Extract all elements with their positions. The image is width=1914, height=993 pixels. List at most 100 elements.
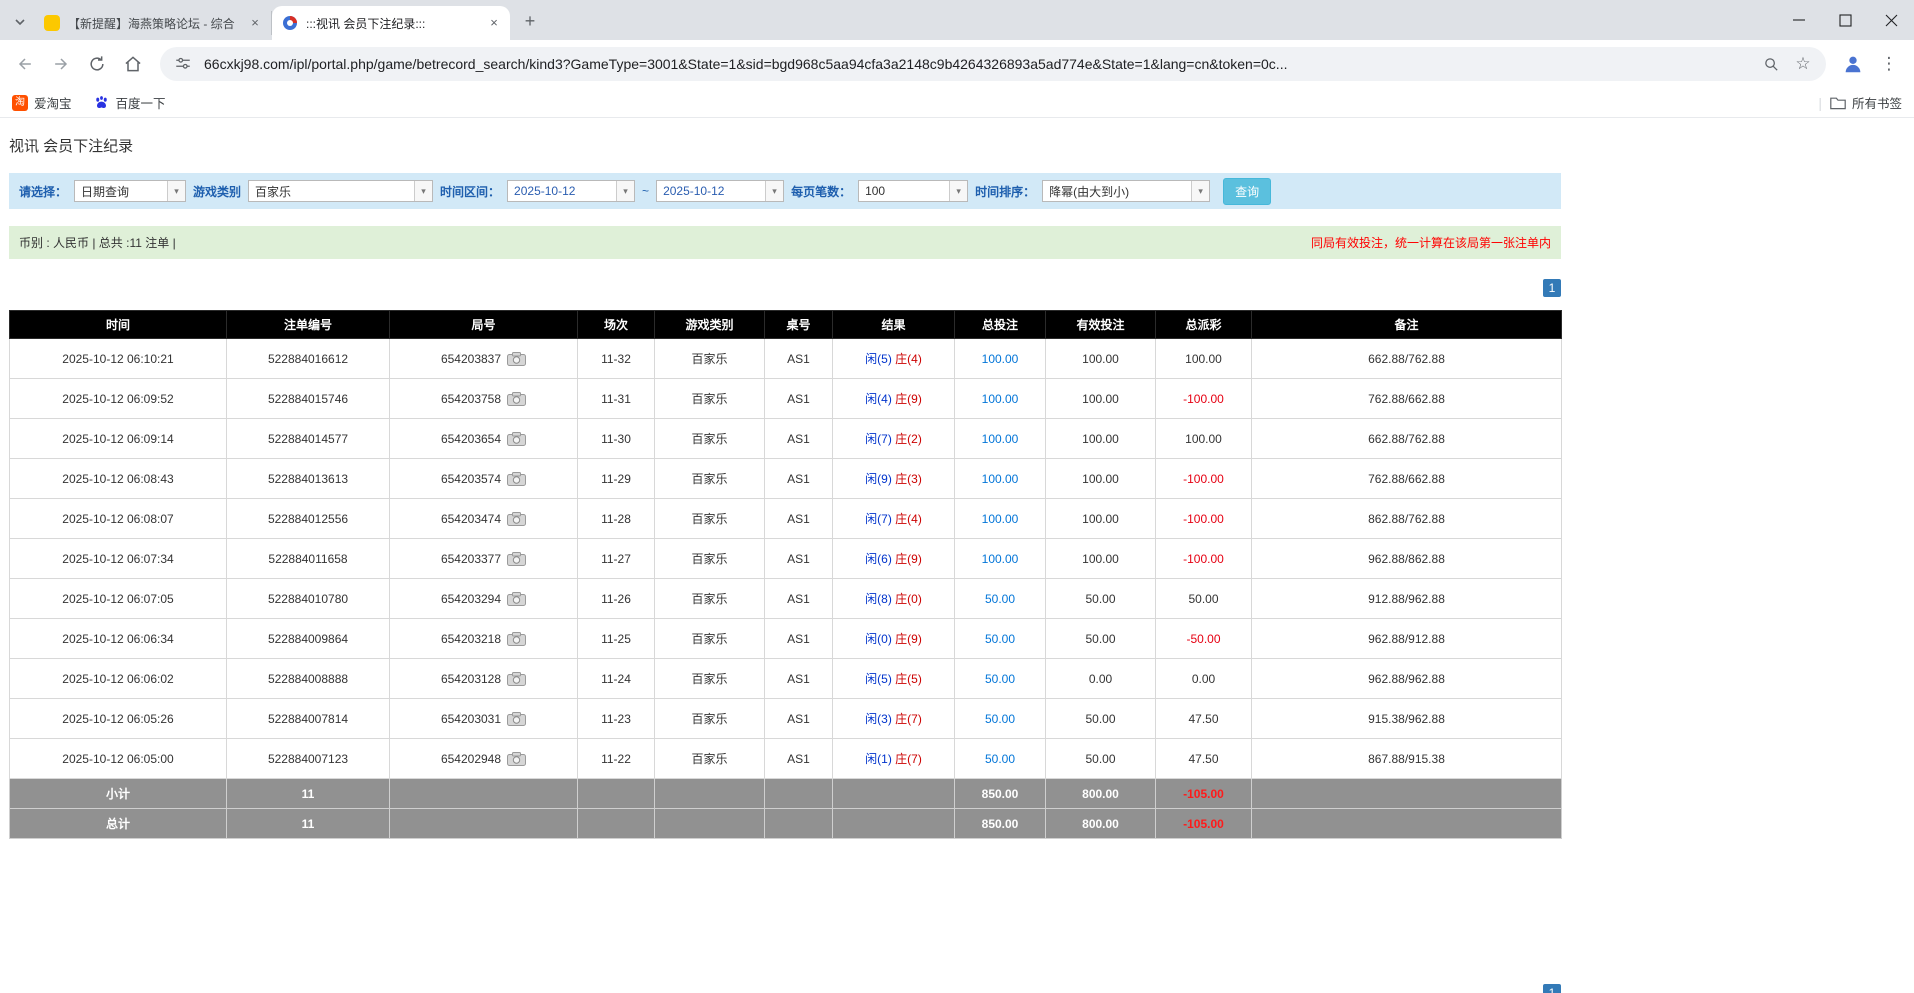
date-from-select[interactable]: 2025-10-12 ▾ (507, 180, 635, 202)
round-number: 654203758 (441, 392, 501, 406)
date-range-tilde: ~ (642, 184, 649, 198)
forward-button[interactable] (44, 47, 78, 81)
cell-time: 2025-10-12 06:07:05 (10, 579, 227, 619)
cell-table-no: AS1 (765, 739, 833, 779)
chevron-down-icon[interactable]: ▾ (765, 181, 783, 201)
url-text[interactable]: 66cxkj98.com/ipl/portal.php/game/betreco… (204, 56, 1750, 72)
total-bet-link[interactable]: 100.00 (982, 472, 1019, 486)
cell-valid-bet: 100.00 (1046, 459, 1156, 499)
header-time: 时间 (10, 311, 227, 339)
chevron-down-icon[interactable]: ▾ (414, 181, 432, 201)
total-bet-link[interactable]: 50.00 (985, 752, 1015, 766)
camera-icon[interactable] (507, 472, 526, 486)
chevron-down-icon[interactable]: ▾ (616, 181, 634, 201)
table-header-row: 时间 注单编号 局号 场次 游戏类别 桌号 结果 总投注 有效投注 总派彩 备注 (10, 311, 1562, 339)
back-button[interactable] (8, 47, 42, 81)
search-button[interactable]: 查询 (1223, 178, 1271, 205)
zoom-icon[interactable] (1760, 53, 1782, 75)
query-mode-select[interactable]: 日期查询 ▾ (74, 180, 186, 202)
cell-time: 2025-10-12 06:07:34 (10, 539, 227, 579)
date-to-select[interactable]: 2025-10-12 ▾ (656, 180, 784, 202)
chevron-down-icon[interactable]: ▾ (949, 181, 967, 201)
camera-icon[interactable] (507, 392, 526, 406)
total-bet-link[interactable]: 50.00 (985, 632, 1015, 646)
cell-result: 闲(0) 庄(9) (833, 619, 955, 659)
cell-total-bet: 100.00 (955, 339, 1046, 379)
camera-icon[interactable] (507, 512, 526, 526)
round-number: 654203218 (441, 632, 501, 646)
camera-icon[interactable] (507, 432, 526, 446)
total-bet-link[interactable]: 100.00 (982, 512, 1019, 526)
page-size-select[interactable]: 100 ▾ (858, 180, 968, 202)
tab-search-chevron-icon[interactable] (6, 8, 34, 36)
camera-icon[interactable] (507, 632, 526, 646)
cell-result: 闲(9) 庄(3) (833, 459, 955, 499)
cell-session: 11-28 (578, 499, 655, 539)
cell-table-no: AS1 (765, 339, 833, 379)
total-bet-link[interactable]: 50.00 (985, 712, 1015, 726)
sort-select[interactable]: 降幂(由大到小) ▾ (1042, 180, 1210, 202)
site-info-icon[interactable] (172, 53, 194, 75)
bookmark-baidu[interactable]: 百度一下 (94, 93, 166, 112)
bookmark-label: 爱淘宝 (34, 93, 72, 112)
cell-note: 912.88/962.88 (1252, 579, 1562, 619)
cell-bet-id: 522884015746 (227, 379, 390, 419)
total-bet-link[interactable]: 100.00 (982, 352, 1019, 366)
total-bet-link[interactable]: 100.00 (982, 432, 1019, 446)
total-bet-link[interactable]: 50.00 (985, 592, 1015, 606)
page-1-button[interactable]: 1 (1543, 279, 1561, 297)
browser-window: 【新提醒】海燕策略论坛 - 综合 × :::视讯 会员下注纪录::: × + (0, 0, 1914, 993)
cell-result: 闲(8) 庄(0) (833, 579, 955, 619)
close-button[interactable] (1868, 0, 1914, 40)
pagination-top: 1 (9, 279, 1561, 297)
cell-time: 2025-10-12 06:08:43 (10, 459, 227, 499)
cell-time: 2025-10-12 06:09:52 (10, 379, 227, 419)
tab-strip: 【新提醒】海燕策略论坛 - 综合 × :::视讯 会员下注纪录::: × + (0, 0, 1914, 40)
minimize-button[interactable] (1776, 0, 1822, 40)
cell-payout: -100.00 (1156, 539, 1252, 579)
total-bet-link[interactable]: 100.00 (982, 392, 1019, 406)
reload-button[interactable] (80, 47, 114, 81)
browser-tab-forum[interactable]: 【新提醒】海燕策略论坛 - 综合 × (34, 11, 272, 35)
cell-payout: -50.00 (1156, 619, 1252, 659)
bookmark-star-icon[interactable]: ☆ (1792, 53, 1814, 75)
banker-result: 庄(7) (895, 712, 922, 726)
maximize-button[interactable] (1822, 0, 1868, 40)
banker-result: 庄(4) (895, 352, 922, 366)
address-bar[interactable]: 66cxkj98.com/ipl/portal.php/game/betreco… (160, 47, 1826, 81)
cell-result: 闲(1) 庄(7) (833, 739, 955, 779)
round-number: 654203377 (441, 552, 501, 566)
page-1-button[interactable]: 1 (1543, 984, 1561, 993)
camera-icon[interactable] (507, 552, 526, 566)
camera-icon[interactable] (507, 592, 526, 606)
tab-close-icon[interactable]: × (486, 15, 502, 31)
browser-tab-betrecord[interactable]: :::视讯 会员下注纪录::: × (272, 6, 510, 40)
total-bet-link[interactable]: 50.00 (985, 672, 1015, 686)
all-bookmarks-label: 所有书签 (1852, 93, 1902, 112)
forum-favicon-icon (44, 15, 60, 31)
subtotal-label: 小计 (10, 779, 227, 809)
chevron-down-icon[interactable]: ▾ (167, 181, 185, 201)
camera-icon[interactable] (507, 712, 526, 726)
sort-label: 时间排序： (975, 183, 1035, 200)
camera-icon[interactable] (507, 752, 526, 766)
cell-session: 11-29 (578, 459, 655, 499)
cell-result: 闲(7) 庄(4) (833, 499, 955, 539)
new-tab-button[interactable]: + (516, 7, 544, 35)
all-bookmarks-button[interactable]: 所有书签 (1830, 93, 1902, 112)
player-result: 闲(9) (865, 472, 892, 486)
home-button[interactable] (116, 47, 150, 81)
total-bet-link[interactable]: 100.00 (982, 552, 1019, 566)
game-type-label: 游戏类别 (193, 183, 241, 200)
cell-table-no: AS1 (765, 379, 833, 419)
tab-close-icon[interactable]: × (247, 15, 263, 31)
cell-note: 662.88/762.88 (1252, 419, 1562, 459)
camera-icon[interactable] (507, 352, 526, 366)
profile-avatar[interactable] (1836, 47, 1870, 81)
game-type-select[interactable]: 百家乐 ▾ (248, 180, 433, 202)
taobao-favicon-icon: 淘 (12, 95, 28, 111)
menu-dots-icon[interactable]: ⋮ (1872, 47, 1906, 81)
chevron-down-icon[interactable]: ▾ (1191, 181, 1209, 201)
bookmark-taobao[interactable]: 淘 爱淘宝 (12, 93, 72, 112)
camera-icon[interactable] (507, 672, 526, 686)
